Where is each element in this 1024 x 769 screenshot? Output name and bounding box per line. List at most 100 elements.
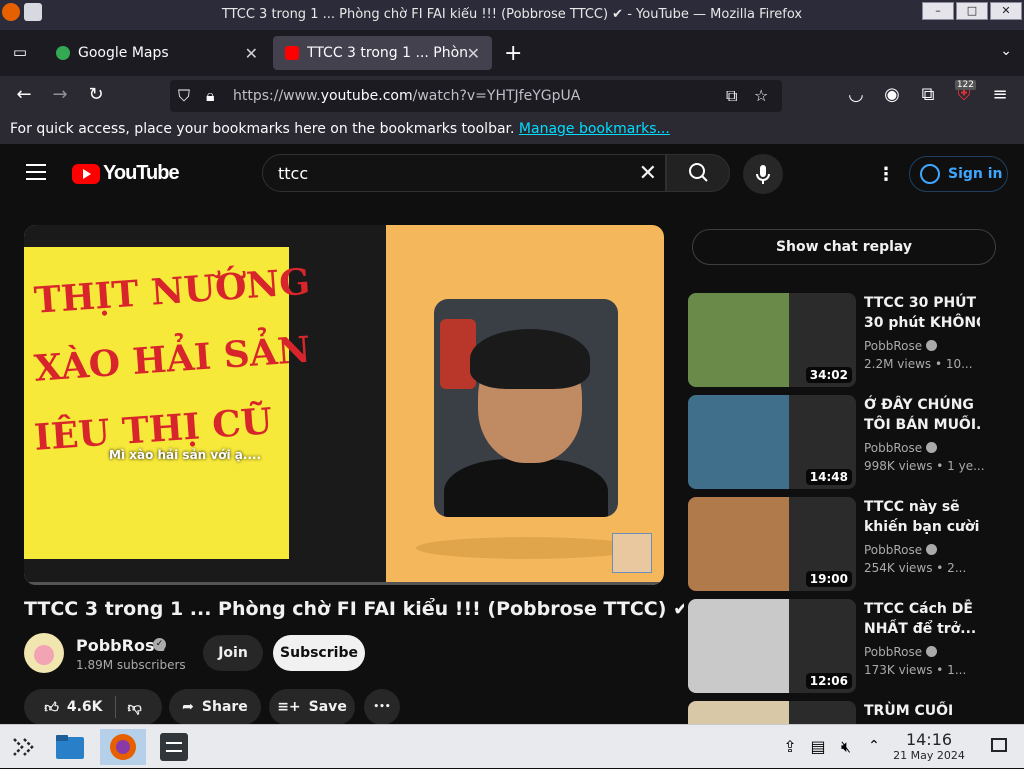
more-actions-icon[interactable]: ••• [364, 689, 400, 724]
url-path: /watch?v=YHTJfeYGpUA [412, 88, 581, 104]
recommendation-channel[interactable]: PobbRose [864, 339, 938, 353]
picture-in-picture-icon[interactable]: ⧉ [726, 86, 737, 106]
tab-label: Google Maps [78, 45, 169, 61]
recommendation-meta: 2.2M views • 10... [864, 357, 973, 371]
youtube-logo[interactable]: YouTube [72, 162, 180, 185]
app-launcher-icon[interactable] [6, 729, 42, 765]
close-window-button[interactable]: ✕ [990, 2, 1022, 20]
video-title: TTCC 3 trong 1 ... Phòng chờ FI FAI kiểu… [24, 598, 684, 620]
close-tab-icon[interactable]: ✕ [245, 44, 258, 63]
recommendation-thumbnail[interactable] [688, 701, 856, 724]
video-duration: 34:02 [805, 367, 852, 383]
search-button[interactable] [666, 154, 730, 192]
new-tab-plus-icon[interactable]: + [504, 41, 522, 66]
search-input[interactable]: ttcc ✕ [262, 154, 666, 192]
recommendation-channel[interactable]: PobbRose [864, 441, 938, 455]
back-arrow-icon[interactable]: ← [12, 84, 36, 105]
recommendation-item[interactable]: 12:06 TTCC Cách DỄ NHẤT để trở... PobbRose 1… [688, 599, 1024, 693]
show-desktop-icon[interactable] [982, 729, 1018, 765]
verified-check-icon [926, 340, 938, 351]
close-tab-icon[interactable]: ✕ [467, 44, 480, 63]
share-button[interactable]: ➦ Share [169, 689, 261, 724]
recommendation-item[interactable]: 19:00 TTCC này sẽ khiến bạn cười... PobbRos… [688, 497, 1024, 591]
recommendation-thumbnail[interactable]: 34:02 [688, 293, 856, 387]
yt-masthead: YouTube ttcc ✕ ⋮ Sign in [0, 144, 1024, 202]
sign-line: THỊT NƯỚNG [32, 260, 312, 322]
show-chat-replay-button[interactable]: Show chat replay [692, 229, 996, 265]
youtube-wordmark: YouTube [103, 162, 180, 184]
extension-badge: 122 [954, 80, 976, 90]
youtube-play-icon [72, 163, 100, 184]
verified-check-icon [926, 544, 938, 555]
system-settings-icon[interactable] [156, 729, 192, 765]
window-titlebar: TTCC 3 trong 1 ... Phòng chờ FI FAI kiểu… [0, 0, 1024, 30]
subscribe-button[interactable]: Subscribe [273, 635, 365, 671]
restaurant-sign-image: THỊT NƯỚNG XÀO HẢI SẢN IÊU THỊ CŨ Mì xào… [24, 247, 312, 559]
recommendation-title[interactable]: TTCC Cách DỄ NHẤT để trở... [864, 599, 980, 639]
guide-menu-icon[interactable] [26, 164, 46, 180]
url-text[interactable]: https://www.youtube.com/watch?v=YHTJfeYG… [233, 88, 580, 104]
playlist-add-icon: ≡+ [277, 699, 301, 715]
bookmark-star-icon[interactable]: ☆ [754, 86, 768, 105]
channel-label: PobbRose [864, 339, 923, 353]
firefox-view-icon[interactable]: ▭ [10, 43, 30, 63]
thumbs-down-icon[interactable]: 👎︎ [128, 699, 142, 716]
sign-line: XÀO HẢI SẢN [32, 329, 312, 391]
recommendation-item[interactable]: TRÙM CUỐI [688, 701, 1024, 724]
recommendation-title[interactable]: TTCC này sẽ khiến bạn cười... [864, 497, 980, 537]
like-dislike-group: 👍︎ 4.6K 👎︎ [24, 689, 162, 724]
recommendation-title[interactable]: TRÙM CUỐI [864, 701, 980, 721]
pocket-icon[interactable]: ◡ [844, 84, 868, 105]
channel-avatar[interactable] [24, 633, 64, 673]
thumbs-up-icon[interactable]: 👍︎ [44, 699, 59, 716]
app-menu-hamburger-icon[interactable]: ≡ [988, 84, 1012, 105]
tab-youtube-video[interactable]: TTCC 3 trong 1 ... Phòng ✕ [273, 36, 492, 70]
join-button[interactable]: Join [203, 635, 263, 671]
account-icon[interactable]: ◉ [880, 84, 904, 105]
minimize-button[interactable]: – [922, 2, 954, 20]
settings-kebab-icon[interactable]: ⋮ [877, 164, 895, 185]
clock[interactable]: 14:16 21 May 2024 [886, 730, 972, 762]
forward-arrow-icon[interactable]: → [48, 84, 72, 105]
file-manager-icon[interactable] [52, 729, 88, 765]
recommendation-thumbnail[interactable]: 12:06 [688, 599, 856, 693]
clear-search-icon[interactable]: ✕ [639, 161, 657, 186]
clock-time: 14:16 [905, 730, 953, 749]
recommendation-channel[interactable]: PobbRose [864, 543, 938, 557]
bookmarks-hint: For quick access, place your bookmarks h… [10, 121, 519, 137]
reload-icon[interactable]: ↻ [84, 84, 108, 105]
verified-check-icon: ✓ [153, 638, 166, 651]
recommendation-item[interactable]: 14:48 Ở ĐÂY CHÚNG TÔI BÁN MUỐI... PobbRose 9… [688, 395, 1024, 489]
title-line: TTCC 30 PHÚT ... [864, 295, 980, 311]
chevron-down-icon[interactable]: ⌄ [1000, 43, 1012, 59]
video-progress-bar[interactable] [24, 582, 664, 585]
like-count[interactable]: 4.6K [67, 699, 103, 715]
extensions-puzzle-icon[interactable]: ⧉ [916, 84, 940, 105]
video-player[interactable]: THỊT NƯỚNG XÀO HẢI SẢN IÊU THỊ CŨ Mì xào… [24, 225, 664, 585]
title-line: 30 phút KHÔNG... [864, 315, 980, 331]
channel-name[interactable]: PobbRose [76, 636, 165, 655]
share-label: Share [201, 699, 248, 715]
recommendation-title[interactable]: Ở ĐÂY CHÚNG TÔI BÁN MUỐI... [864, 395, 980, 435]
manage-bookmarks-link[interactable]: Manage bookmarks... [519, 121, 670, 137]
window-controls: – □ ✕ [922, 2, 1022, 20]
voice-search-button[interactable] [743, 154, 783, 194]
recommendation-channel[interactable]: PobbRose [864, 645, 938, 659]
save-button[interactable]: ≡+ Save [269, 689, 355, 724]
recommendation-title[interactable]: TTCC 30 PHÚT ... 30 phút KHÔNG... [864, 293, 980, 333]
recommendation-item[interactable]: 34:02 TTCC 30 PHÚT ... 30 phút KHÔNG... Pob… [688, 293, 1024, 387]
sign-in-button[interactable]: Sign in [909, 156, 1008, 192]
recommendation-thumbnail[interactable]: 14:48 [688, 395, 856, 489]
recommendation-meta: 173K views • 1... [864, 663, 967, 677]
recommendation-thumbnail[interactable]: 19:00 [688, 497, 856, 591]
title-line: TTCC này sẽ [864, 499, 960, 515]
title-line: TTCC Cách DỄ [864, 601, 973, 617]
lock-icon[interactable]: 🔒︎ [206, 86, 215, 106]
url-bar[interactable]: ⛉ 🔒︎ https://www.youtube.com/watch?v=YHT… [170, 80, 782, 112]
tab-google-maps[interactable]: Google Maps ✕ [44, 36, 270, 70]
shield-icon[interactable]: ⛉ [178, 86, 190, 106]
maximize-button[interactable]: □ [956, 2, 988, 20]
tab-label: TTCC 3 trong 1 ... Phòng [307, 45, 467, 61]
save-label: Save [308, 699, 347, 715]
firefox-taskbar-icon[interactable] [100, 729, 146, 765]
